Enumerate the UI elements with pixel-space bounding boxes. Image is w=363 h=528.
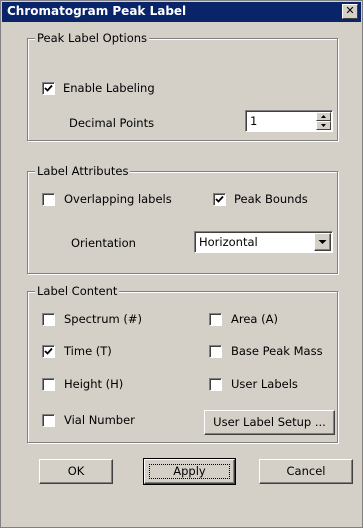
user-label-setup-button[interactable]: User Label Setup ... (204, 410, 335, 435)
orientation-dropdown[interactable]: Horizontal (194, 231, 333, 253)
ok-label: OK (67, 464, 85, 478)
overlapping-labels-label[interactable]: Overlapping labels (64, 192, 172, 206)
close-button[interactable]: ✕ (342, 4, 358, 19)
area-checkbox[interactable] (209, 313, 222, 326)
decimal-points-value[interactable]: 1 (250, 114, 257, 128)
orientation-dropdown-button[interactable] (314, 233, 331, 251)
chevron-down-icon (318, 240, 327, 244)
time-checkbox[interactable] (42, 345, 55, 358)
arrow-down-icon (321, 124, 326, 127)
label-attributes-legend: Label Attributes (35, 164, 131, 178)
label-content-legend: Label Content (35, 284, 120, 298)
height-checkbox[interactable] (42, 378, 55, 391)
peak-bounds-label[interactable]: Peak Bounds (234, 192, 308, 206)
checkmark-icon (215, 195, 224, 203)
dialog-title: Chromatogram Peak Label (7, 4, 187, 18)
spectrum-checkbox[interactable] (42, 313, 55, 326)
user-label-setup-label: User Label Setup ... (213, 415, 326, 429)
base-peak-mass-checkbox[interactable] (209, 345, 222, 358)
spin-up-button[interactable] (316, 112, 331, 121)
label-attributes-group: Label Attributes (27, 164, 338, 274)
dialog-window: Chromatogram Peak Label ✕ Peak Label Opt… (0, 0, 363, 528)
spin-down-button[interactable] (316, 121, 331, 130)
apply-button[interactable]: Apply (143, 458, 236, 485)
enable-labeling-checkbox[interactable] (42, 82, 55, 95)
enable-labeling-label[interactable]: Enable Labeling (63, 81, 155, 95)
decimal-points-spinner[interactable]: 1 (245, 110, 333, 132)
vial-number-label[interactable]: Vial Number (64, 413, 135, 427)
vial-number-checkbox[interactable] (42, 414, 55, 427)
user-labels-checkbox[interactable] (209, 378, 222, 391)
overlapping-labels-checkbox[interactable] (42, 193, 55, 206)
peak-bounds-checkbox[interactable] (213, 193, 226, 206)
arrow-up-icon (321, 115, 326, 118)
cancel-label: Cancel (286, 464, 326, 478)
decimal-points-label: Decimal Points (69, 116, 155, 130)
cancel-button[interactable]: Cancel (259, 459, 353, 484)
title-bar[interactable]: Chromatogram Peak Label ✕ (2, 2, 361, 22)
peak-label-options-legend: Peak Label Options (35, 31, 150, 45)
user-labels-label[interactable]: User Labels (231, 377, 298, 391)
close-icon: ✕ (345, 4, 355, 17)
area-label[interactable]: Area (A) (231, 312, 278, 326)
time-label[interactable]: Time (T) (64, 344, 112, 358)
orientation-label: Orientation (71, 236, 136, 250)
spectrum-label[interactable]: Spectrum (#) (64, 312, 142, 326)
checkmark-icon (44, 347, 53, 355)
focus-indicator (149, 464, 230, 479)
height-label[interactable]: Height (H) (64, 377, 123, 391)
base-peak-mass-label[interactable]: Base Peak Mass (231, 344, 323, 358)
ok-button[interactable]: OK (39, 459, 113, 484)
orientation-value[interactable]: Horizontal (199, 235, 258, 249)
checkmark-icon (44, 84, 53, 92)
